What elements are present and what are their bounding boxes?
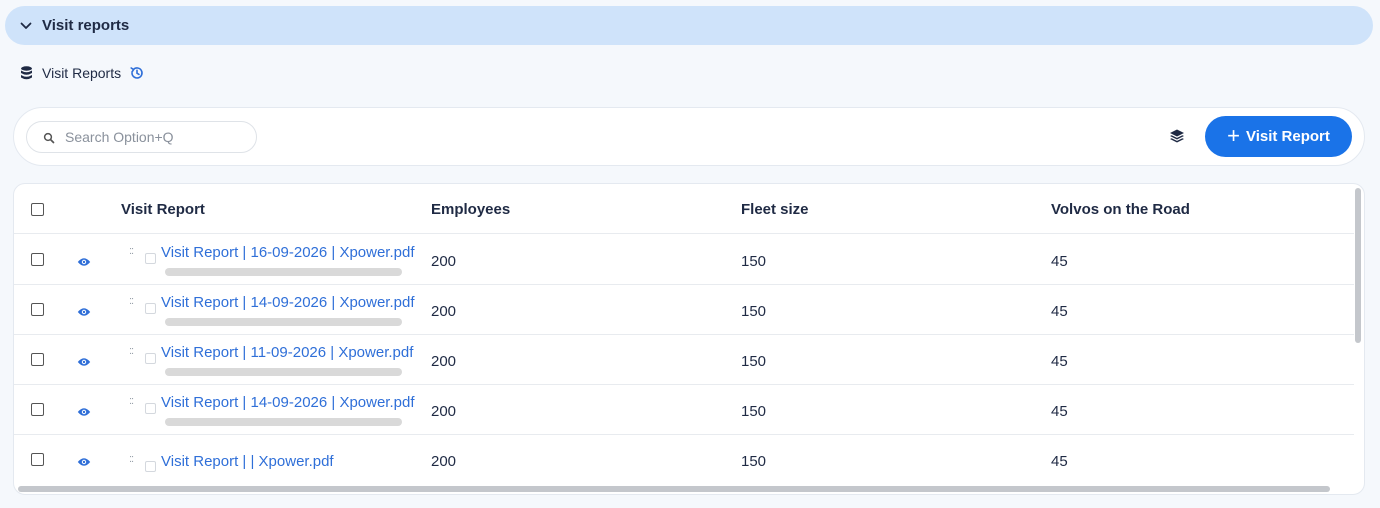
add-visit-report-button[interactable]: + Visit Report	[1205, 116, 1352, 157]
fleet-size-cell: 150	[741, 353, 767, 370]
column-header-fleet-size[interactable]: Fleet size	[741, 201, 809, 218]
horizontal-scrollbar[interactable]	[18, 486, 1330, 492]
drag-handle-icon[interactable]: ::	[129, 245, 134, 257]
database-icon	[20, 66, 34, 80]
search-icon	[43, 131, 55, 144]
column-header-volvos-on-road[interactable]: Volvos on the Road	[1051, 201, 1190, 218]
file-select-checkbox[interactable]	[145, 461, 156, 472]
upload-progress-bar	[165, 368, 402, 376]
table-row: :: Visit Report | 14-09-2026 | Xpower.pd…	[14, 385, 1354, 435]
fleet-size-cell: 150	[741, 403, 767, 420]
upload-progress-fill	[165, 368, 402, 376]
upload-progress-fill	[165, 268, 402, 276]
history-icon[interactable]	[129, 65, 145, 81]
visit-report-file-link[interactable]: Visit Report | 14-09-2026 | Xpower.pdf	[161, 294, 416, 311]
file-select-checkbox[interactable]	[145, 303, 156, 314]
upload-progress-fill	[165, 318, 402, 326]
subheader: Visit Reports	[20, 62, 145, 84]
upload-progress-bar	[165, 318, 402, 326]
eye-icon[interactable]	[77, 254, 91, 266]
visit-report-file-link[interactable]: Visit Report | | Xpower.pdf	[161, 453, 416, 470]
upload-progress-fill	[165, 418, 402, 426]
visit-report-file-link[interactable]: Visit Report | 14-09-2026 | Xpower.pdf	[161, 394, 416, 411]
file-select-checkbox[interactable]	[145, 353, 156, 364]
volvos-on-road-cell: 45	[1051, 253, 1068, 270]
table-row: :: Visit Report | | Xpower.pdf 200 150 4…	[14, 435, 1354, 485]
row-checkbox[interactable]	[31, 253, 44, 266]
row-checkbox[interactable]	[31, 453, 44, 466]
subheader-title: Visit Reports	[42, 65, 122, 81]
drag-handle-icon[interactable]: ::	[129, 295, 134, 307]
eye-icon[interactable]	[77, 304, 91, 316]
select-all-checkbox[interactable]	[31, 203, 44, 216]
fleet-size-cell: 150	[741, 303, 767, 320]
volvos-on-road-cell: 45	[1051, 403, 1068, 420]
fleet-size-cell: 150	[741, 453, 767, 470]
column-header-visit-report[interactable]: Visit Report	[121, 201, 205, 218]
employees-cell: 200	[431, 403, 457, 420]
layers-icon[interactable]	[1169, 128, 1187, 146]
chevron-down-icon	[19, 19, 33, 33]
vertical-scrollbar[interactable]	[1355, 188, 1361, 343]
visit-report-file-link[interactable]: Visit Report | 16-09-2026 | Xpower.pdf	[161, 244, 416, 261]
table-toolbar: + Visit Report	[13, 107, 1365, 166]
table-header: Visit Report Employees Fleet size Volvos…	[14, 184, 1354, 234]
plus-icon: +	[1227, 122, 1240, 148]
drag-handle-icon[interactable]: ::	[129, 395, 134, 407]
volvos-on-road-cell: 45	[1051, 303, 1068, 320]
add-button-label: Visit Report	[1245, 128, 1330, 145]
employees-cell: 200	[431, 253, 457, 270]
drag-handle-icon[interactable]: ::	[129, 345, 134, 357]
visit-reports-section-toggle[interactable]: Visit reports	[5, 6, 1373, 45]
row-checkbox[interactable]	[31, 353, 44, 366]
upload-progress-bar	[165, 418, 402, 426]
file-select-checkbox[interactable]	[145, 253, 156, 264]
search-box[interactable]	[26, 121, 257, 153]
visit-reports-table: Visit Report Employees Fleet size Volvos…	[13, 183, 1365, 495]
column-header-employees[interactable]: Employees	[431, 201, 510, 218]
table-row: :: Visit Report | 14-09-2026 | Xpower.pd…	[14, 285, 1354, 335]
eye-icon[interactable]	[77, 454, 91, 466]
eye-icon[interactable]	[77, 354, 91, 366]
drag-handle-icon[interactable]: ::	[129, 453, 134, 465]
visit-report-file-link[interactable]: Visit Report | 11-09-2026 | Xpower.pdf	[161, 344, 416, 361]
upload-progress-bar	[165, 268, 402, 276]
employees-cell: 200	[431, 303, 457, 320]
row-checkbox[interactable]	[31, 303, 44, 316]
table-row: :: Visit Report | 11-09-2026 | Xpower.pd…	[14, 335, 1354, 385]
row-checkbox[interactable]	[31, 403, 44, 416]
eye-icon[interactable]	[77, 404, 91, 416]
volvos-on-road-cell: 45	[1051, 353, 1068, 370]
section-title: Visit reports	[42, 17, 130, 34]
fleet-size-cell: 150	[741, 253, 767, 270]
table-row: :: Visit Report | 16-09-2026 | Xpower.pd…	[14, 235, 1354, 285]
employees-cell: 200	[431, 453, 457, 470]
employees-cell: 200	[431, 353, 457, 370]
file-select-checkbox[interactable]	[145, 403, 156, 414]
volvos-on-road-cell: 45	[1051, 453, 1068, 470]
search-input[interactable]	[65, 129, 235, 145]
